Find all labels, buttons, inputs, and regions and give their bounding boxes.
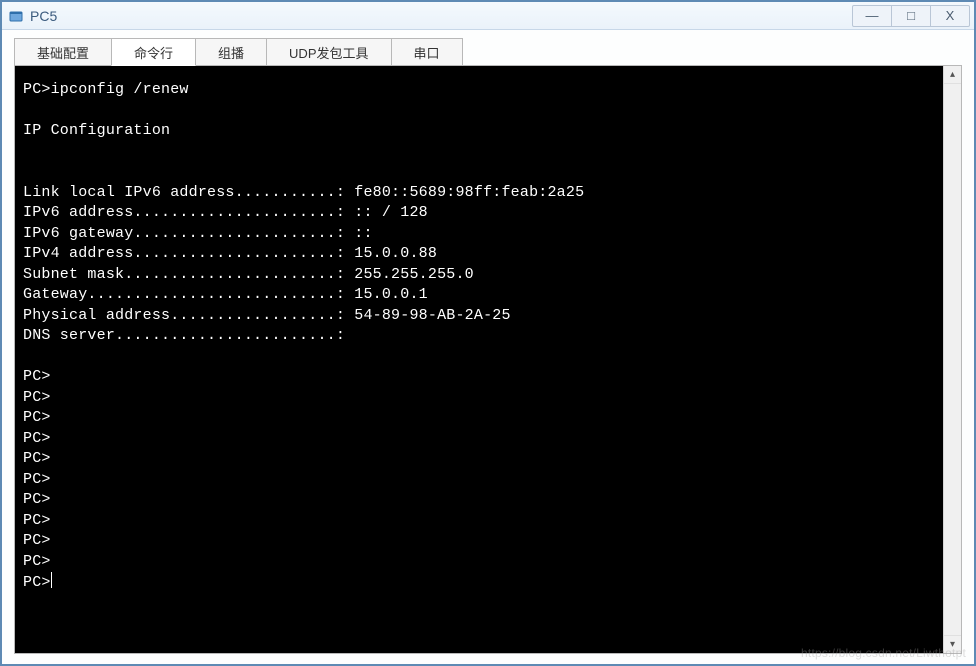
window-controls: — □ X [853, 5, 970, 27]
window-title: PC5 [30, 8, 853, 24]
maximize-button[interactable]: □ [891, 5, 931, 27]
tab-serial[interactable]: 串口 [391, 38, 463, 66]
titlebar: PC5 — □ X [2, 2, 974, 30]
content-area: 基础配置 命令行 组播 UDP发包工具 串口 PC>ipconfig /rene… [2, 30, 974, 664]
tab-command-line[interactable]: 命令行 [111, 38, 196, 66]
tab-basic-config[interactable]: 基础配置 [14, 38, 112, 66]
scrollbar-down-arrow[interactable]: ▾ [944, 635, 961, 653]
tab-label: 串口 [414, 43, 440, 62]
tab-label: 组播 [218, 43, 244, 62]
minimize-button[interactable]: — [852, 5, 892, 27]
tab-label: UDP发包工具 [289, 43, 368, 62]
close-button[interactable]: X [930, 5, 970, 27]
close-icon: X [946, 8, 955, 23]
scrollbar-up-arrow[interactable]: ▴ [944, 66, 961, 84]
app-icon [8, 8, 24, 24]
terminal-container: PC>ipconfig /renew IP Configuration Link… [14, 65, 962, 654]
minimize-icon: — [866, 8, 879, 23]
maximize-icon: □ [907, 8, 915, 23]
tab-udp-tool[interactable]: UDP发包工具 [266, 38, 391, 66]
vertical-scrollbar[interactable]: ▴ ▾ [943, 66, 961, 653]
tab-multicast[interactable]: 组播 [195, 38, 267, 66]
tab-label: 命令行 [134, 43, 173, 62]
terminal[interactable]: PC>ipconfig /renew IP Configuration Link… [15, 66, 943, 653]
tabstrip: 基础配置 命令行 组播 UDP发包工具 串口 [14, 38, 962, 66]
tab-label: 基础配置 [37, 43, 89, 62]
